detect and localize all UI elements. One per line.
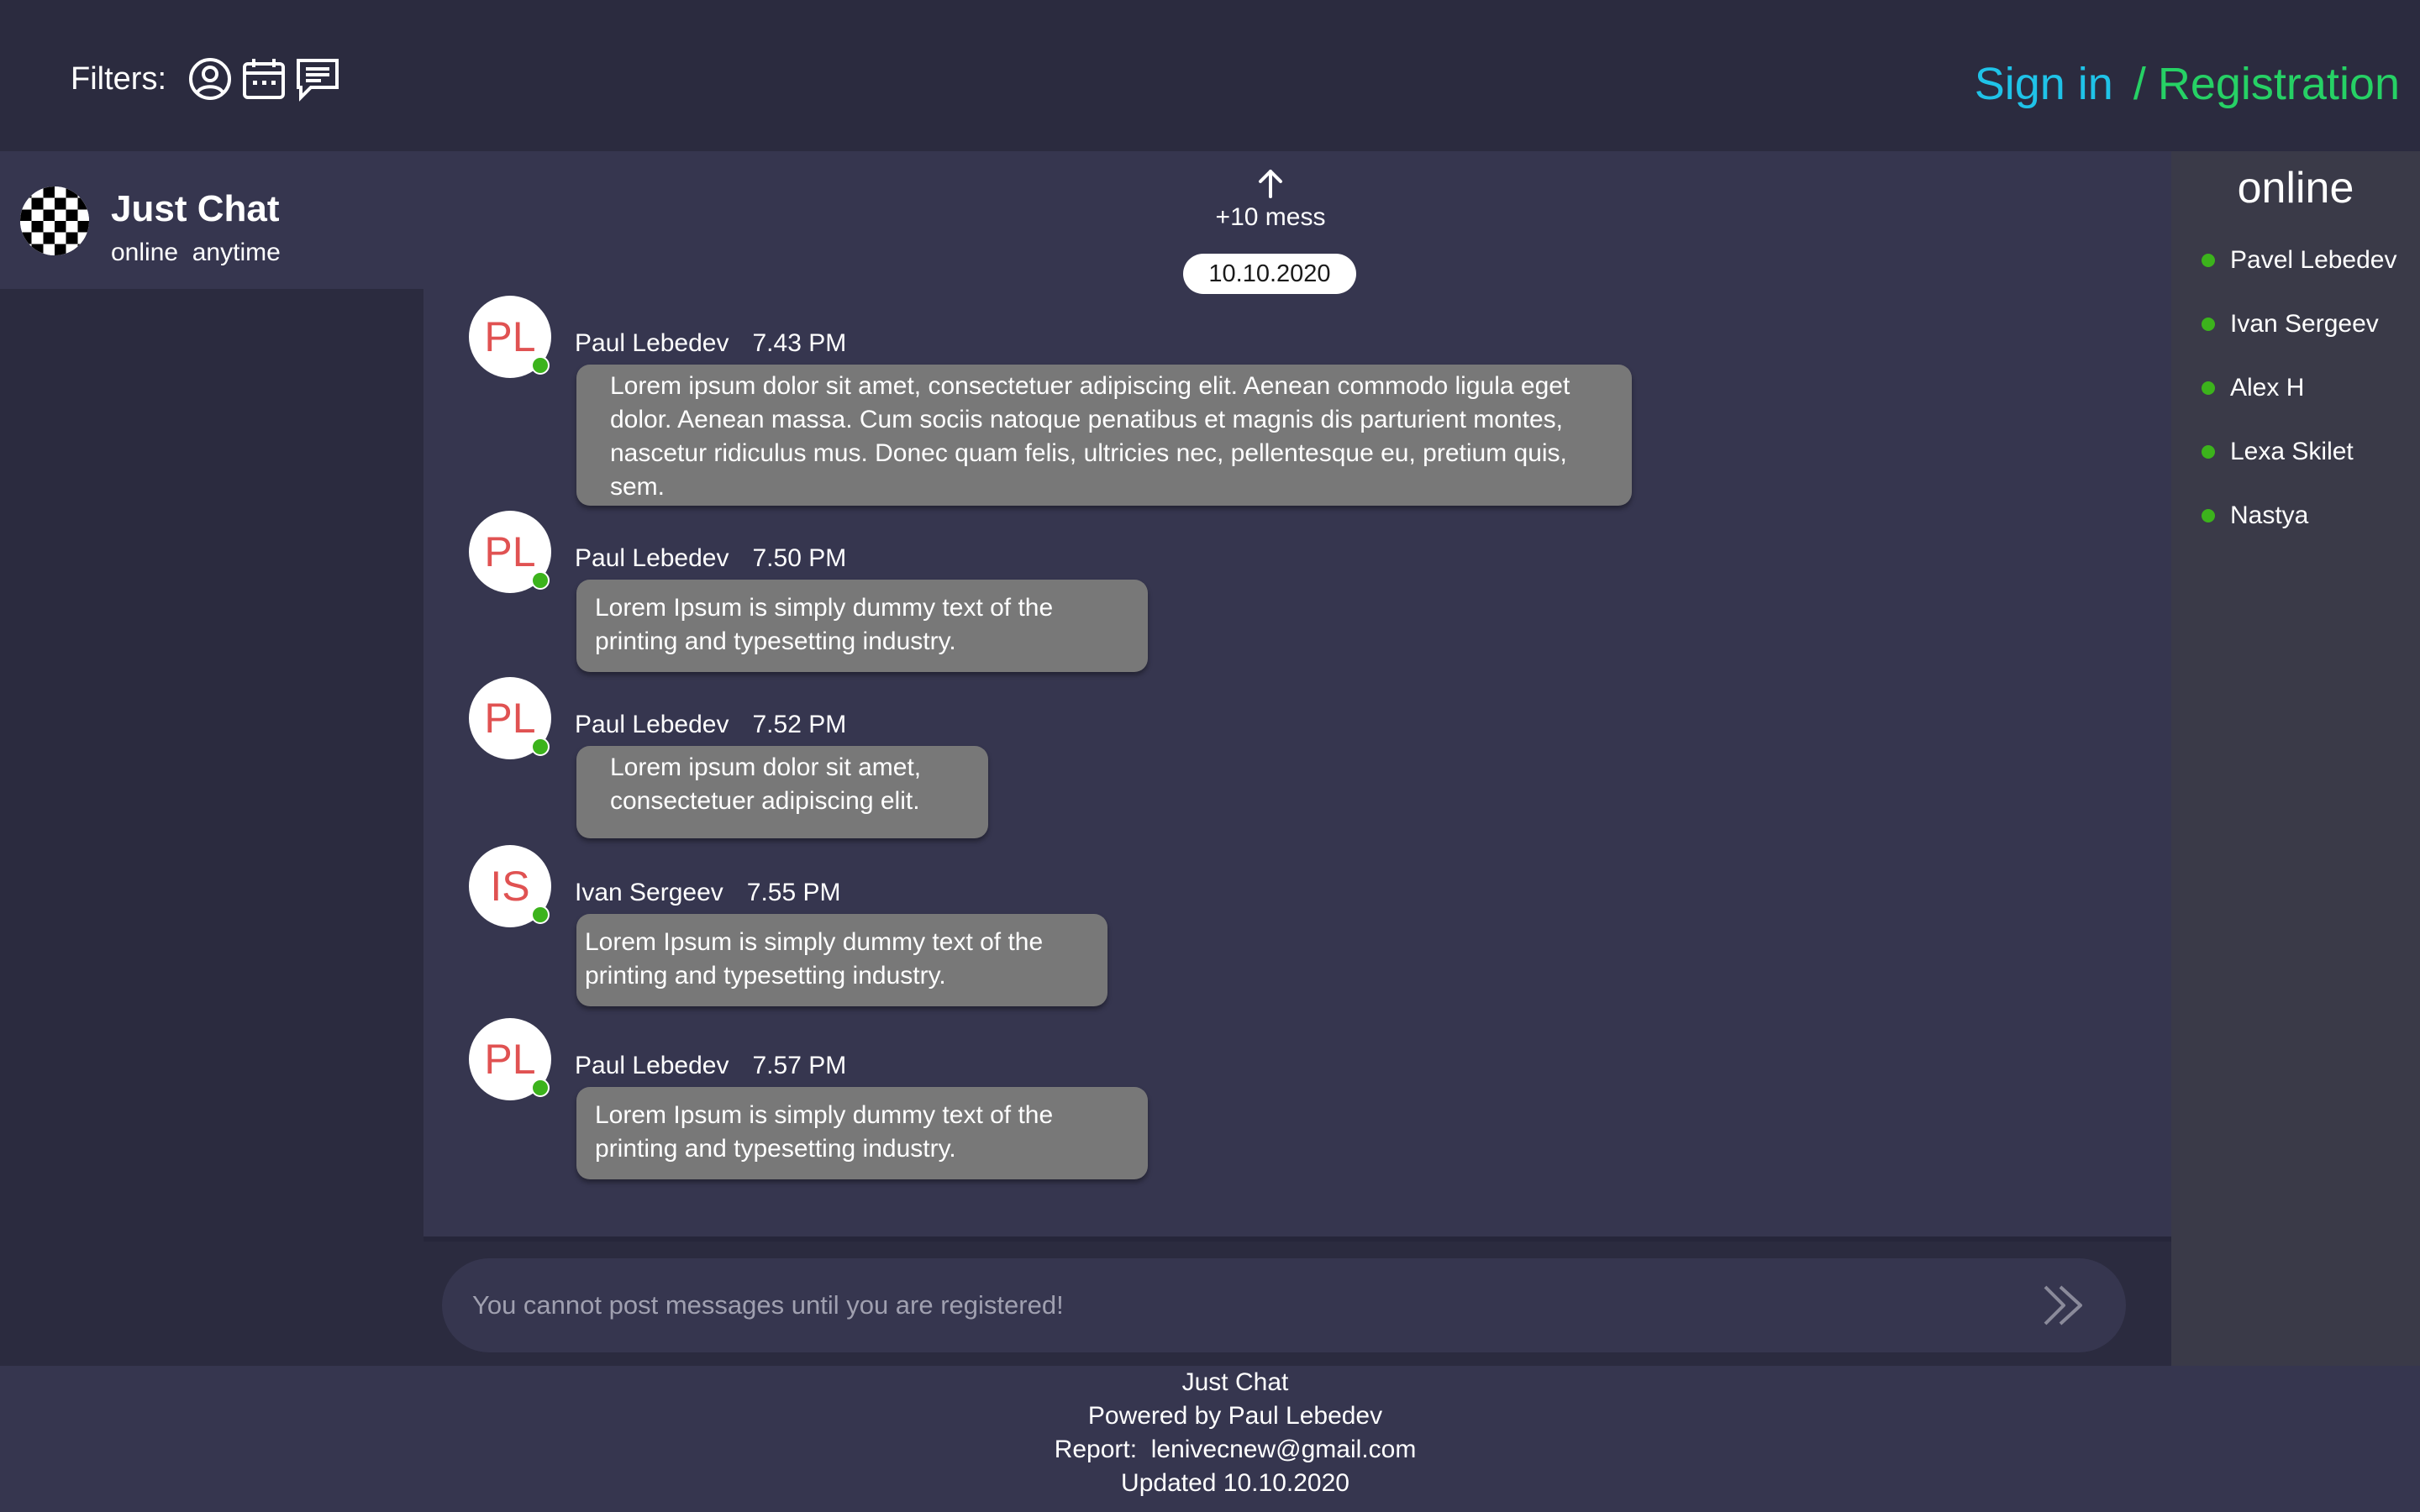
avatar-initials: PL <box>484 695 536 742</box>
message-time: 7.52 PM <box>752 711 847 738</box>
online-user-item[interactable]: Lexa Skilet <box>2202 435 2354 469</box>
footer-info: Just Chat Powered by Paul Lebedev Report… <box>941 1366 1529 1500</box>
chat-list-sidebar: Just Chat online anytime <box>0 151 424 1366</box>
online-status-icon <box>531 1079 550 1097</box>
load-more-label: +10 mess <box>1215 203 1326 231</box>
online-dot-icon <box>2202 509 2215 522</box>
auth-separator: / <box>2133 59 2146 109</box>
send-icon[interactable] <box>2039 1280 2089 1331</box>
online-status-icon <box>531 738 550 756</box>
avatar[interactable]: PL <box>469 296 551 378</box>
message-meta: Paul Lebedev 7.43 PM <box>575 329 846 358</box>
filters-label: Filters: <box>71 60 166 97</box>
online-status-icon <box>531 906 550 924</box>
message-bubble: Lorem Ipsum is simply dummy text of the … <box>576 914 1107 1006</box>
composer-area <box>424 1236 2171 1366</box>
chat-logo-icon <box>20 186 89 255</box>
online-title: online <box>2237 164 2354 213</box>
online-users-panel: online Pavel Lebedev Ivan Sergeev Alex H… <box>2171 151 2420 1366</box>
online-user-item[interactable]: Alex H <box>2202 371 2304 405</box>
online-user-name: Lexa Skilet <box>2230 438 2354 465</box>
message-meta: Paul Lebedev 7.50 PM <box>575 544 846 573</box>
message-input[interactable] <box>472 1282 1985 1329</box>
footer-report-email[interactable]: Report: lenivecnew@gmail.com <box>941 1433 1529 1467</box>
chat-subtitle: online anytime <box>111 239 281 266</box>
avatar-initials: PL <box>484 1036 536 1083</box>
date-separator: 10.10.2020 <box>1183 254 1356 294</box>
message-meta: Paul Lebedev 7.57 PM <box>575 1052 846 1080</box>
online-user-name: Alex H <box>2230 374 2305 402</box>
online-dot-icon <box>2202 381 2215 395</box>
message-time: 7.50 PM <box>752 544 847 572</box>
online-user-item[interactable]: Nastya <box>2202 499 2308 533</box>
message-filter-icon[interactable] <box>294 55 341 102</box>
message-area: +10 mess 10.10.2020 PL Paul Lebedev 7.43 … <box>424 151 2171 1236</box>
header: Filters: Sign in / Registration <box>0 0 2420 151</box>
online-user-item[interactable]: Pavel Lebedev <box>2202 244 2397 277</box>
online-user-name: Nastya <box>2230 501 2309 529</box>
footer-updated: Updated 10.10.2020 <box>1121 1469 1349 1497</box>
message-bubble: Lorem Ipsum is simply dummy text of the … <box>576 580 1148 672</box>
avatar-initials: PL <box>484 528 536 575</box>
calendar-filter-icon[interactable] <box>240 55 287 102</box>
online-user-item[interactable]: Ivan Sergeev <box>2202 307 2379 341</box>
footer: Just Chat Powered by Paul Lebedev Report… <box>0 1366 2420 1512</box>
avatar-initials: IS <box>490 863 530 910</box>
message-composer <box>442 1258 2126 1352</box>
message-time: 7.43 PM <box>752 329 847 357</box>
message-bubble: Lorem Ipsum is simply dummy text of the … <box>576 1087 1148 1179</box>
message-time: 7.55 PM <box>746 879 841 906</box>
message-author[interactable]: Paul Lebedev <box>575 711 729 738</box>
online-user-name: Pavel Lebedev <box>2230 246 2397 274</box>
online-status-icon <box>531 356 550 375</box>
message-author[interactable]: Paul Lebedev <box>575 1052 729 1079</box>
footer-app-name: Just Chat <box>1181 1368 1289 1396</box>
signin-link[interactable]: Sign in <box>1975 58 2113 110</box>
online-status-icon <box>531 571 550 590</box>
auth-links: Sign in / Registration <box>1975 52 2400 116</box>
message-meta: Paul Lebedev 7.52 PM <box>575 711 846 739</box>
filters-bar: Filters: <box>71 54 348 104</box>
load-more-button[interactable]: +10 mess <box>424 166 2118 232</box>
avatar-initials: PL <box>484 313 536 360</box>
message-author[interactable]: Paul Lebedev <box>575 544 729 572</box>
chat-title: Just Chat <box>111 188 280 229</box>
message-time: 7.57 PM <box>752 1052 847 1079</box>
user-filter-icon[interactable] <box>187 55 234 102</box>
footer-powered-by: Powered by Paul Lebedev <box>1087 1402 1383 1430</box>
message-bubble: Lorem ipsum dolor sit amet, consectetuer… <box>576 746 988 838</box>
message-meta: Ivan Sergeev 7.55 PM <box>575 879 841 907</box>
avatar[interactable]: PL <box>469 1018 551 1100</box>
message-author[interactable]: Ivan Sergeev <box>575 879 723 906</box>
chat-list-item-just-chat[interactable]: Just Chat online anytime <box>0 151 424 289</box>
online-dot-icon <box>2202 445 2215 459</box>
avatar[interactable]: PL <box>469 511 551 593</box>
registration-link[interactable]: Registration <box>2158 58 2400 110</box>
online-dot-icon <box>2202 254 2215 267</box>
online-dot-icon <box>2202 318 2215 331</box>
online-user-name: Ivan Sergeev <box>2230 310 2379 338</box>
message-author[interactable]: Paul Lebedev <box>575 329 729 357</box>
arrow-up-icon <box>1254 166 1287 200</box>
avatar[interactable]: PL <box>469 677 551 759</box>
avatar[interactable]: IS <box>469 845 551 927</box>
message-bubble: Lorem ipsum dolor sit amet, consectetuer… <box>576 365 1632 506</box>
app-window: Filters: Sign in / Registration Just Cha… <box>0 0 2420 1512</box>
